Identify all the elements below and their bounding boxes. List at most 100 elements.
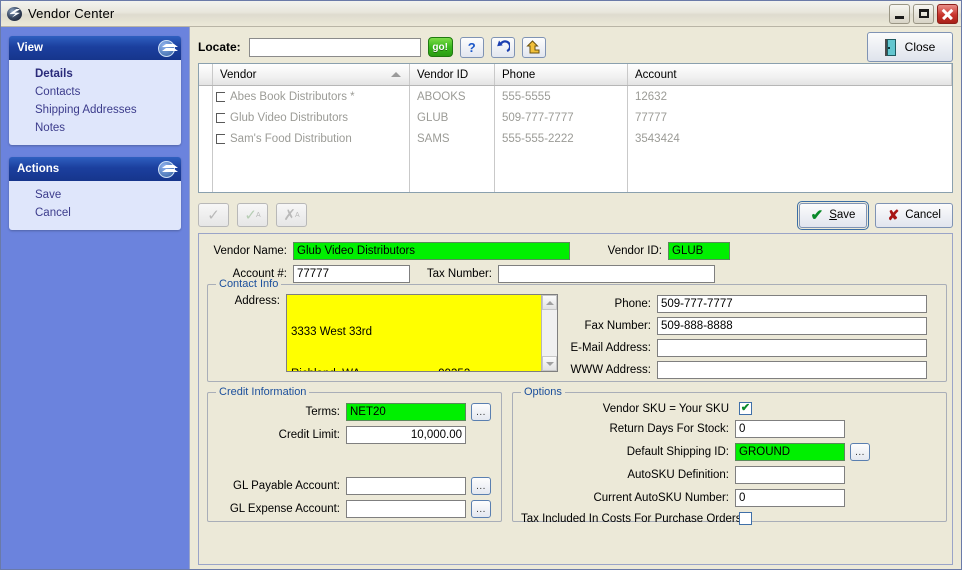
row-checkbox[interactable]	[216, 133, 225, 144]
sidebar-panel-view-header[interactable]: View	[9, 36, 181, 60]
select-all-column-header[interactable]	[199, 64, 213, 85]
red-x-icon: ✘	[887, 207, 900, 223]
window-controls	[889, 3, 958, 24]
vendor-id-input[interactable]	[668, 242, 730, 260]
autosku-number-input[interactable]	[735, 489, 845, 507]
gl-payable-input[interactable]	[346, 477, 466, 495]
cell-phone: 509-777-7777	[502, 111, 574, 124]
autosku-number-row: Current AutoSKU Number:	[521, 489, 870, 507]
terms-browse-button[interactable]: ...	[471, 403, 491, 421]
check-all-button[interactable]: ✓ A	[237, 203, 268, 227]
uncheck-all-button[interactable]: ✗ A	[276, 203, 307, 227]
vendor-name-input[interactable]	[293, 242, 570, 260]
sidebar-item-save[interactable]: Save	[9, 186, 181, 204]
tax-included-checkbox[interactable]	[739, 512, 752, 525]
email-input[interactable]	[657, 339, 927, 357]
vendor-center-window: Vendor Center View Details Contacts Ship…	[0, 0, 962, 570]
sidebar-item-contacts[interactable]: Contacts	[9, 83, 181, 101]
green-check-icon: ✔	[810, 206, 824, 224]
terms-input[interactable]	[346, 403, 466, 421]
autosku-definition-input[interactable]	[735, 466, 845, 484]
address-textarea[interactable]: 3333 West 33rd Richland, WA 99352	[286, 294, 558, 372]
sidebar-item-cancel[interactable]: Cancel	[9, 204, 181, 222]
help-button[interactable]: ?	[459, 36, 484, 58]
door-exit-icon	[884, 38, 898, 56]
return-days-input[interactable]	[735, 420, 845, 438]
maximize-icon	[919, 8, 929, 18]
title-bar: Vendor Center	[1, 1, 961, 27]
credit-information-legend: Credit Information	[216, 386, 310, 398]
autosku-number-label: Current AutoSKU Number:	[593, 492, 729, 504]
column-header-vendor-id[interactable]: Vendor ID	[410, 64, 495, 85]
vendor-name-label: Vendor Name:	[213, 245, 287, 257]
phone-row: Phone:	[553, 295, 927, 313]
account-input[interactable]	[293, 265, 410, 283]
sidebar-item-details[interactable]: Details	[9, 65, 181, 83]
locate-bar: Locate: go! ? Close	[198, 32, 953, 62]
row-checkbox[interactable]	[216, 91, 225, 102]
cell-vendor-id: ABOOKS	[417, 90, 466, 103]
table-row[interactable]: Sam's Food Distribution SAMS 555-555-222…	[199, 128, 952, 149]
check-one-button[interactable]: ✓	[198, 203, 229, 227]
table-row[interactable]: Glub Video Distributors GLUB 509-777-777…	[199, 107, 952, 128]
close-window-button[interactable]	[937, 3, 958, 24]
sidebar-panel-view-title: View	[17, 42, 43, 54]
column-header-phone[interactable]: Phone	[495, 64, 628, 85]
sidebar-item-notes[interactable]: Notes	[9, 119, 181, 137]
email-label: E-Mail Address:	[570, 342, 651, 354]
credit-limit-row: Credit Limit:	[214, 426, 491, 444]
sidebar-panel-actions-title: Actions	[17, 163, 60, 175]
refresh-button[interactable]	[490, 36, 515, 58]
column-header-vendor[interactable]: Vendor	[213, 64, 410, 85]
locate-label: Locate:	[198, 40, 241, 54]
email-row: E-Mail Address:	[553, 339, 927, 357]
credit-information-fieldset: Credit Information Terms: ... Credit Lim…	[207, 386, 502, 522]
gl-payable-browse-button[interactable]: ...	[471, 477, 491, 495]
locate-input[interactable]	[248, 37, 421, 57]
gl-payable-label: GL Payable Account:	[233, 480, 340, 492]
sidebar-item-shipping-addresses[interactable]: Shipping Addresses	[9, 101, 181, 119]
credit-limit-input[interactable]	[346, 426, 466, 444]
fax-input[interactable]	[657, 317, 927, 335]
address-line1: 3333 West 33rd	[291, 326, 372, 338]
column-header-account[interactable]: Account	[628, 64, 952, 85]
jump-button[interactable]	[521, 36, 546, 58]
fax-label: Fax Number:	[584, 320, 651, 332]
autosku-definition-label: AutoSKU Definition:	[627, 469, 729, 481]
tax-number-input[interactable]	[498, 265, 715, 283]
save-button[interactable]: ✔ Save	[796, 200, 870, 230]
address-line2: Richland, WA	[291, 367, 360, 371]
chevron-up-icon[interactable]	[158, 160, 178, 178]
window-body: View Details Contacts Shipping Addresses…	[1, 27, 961, 569]
close-button-label: Close	[904, 40, 936, 54]
sidebar-panel-actions-header[interactable]: Actions	[9, 157, 181, 181]
close-button[interactable]: Close	[867, 32, 953, 62]
cell-account: 3543424	[635, 132, 680, 145]
table-row[interactable]: Abes Book Distributors * ABOOKS 555-5555…	[199, 86, 952, 107]
www-input[interactable]	[657, 361, 927, 379]
minimize-button[interactable]	[889, 3, 910, 24]
shipping-id-browse-button[interactable]: ...	[850, 443, 870, 461]
vendor-sku-row: Vendor SKU = Your SKU ✔	[521, 402, 870, 415]
gl-expense-browse-button[interactable]: ...	[471, 500, 491, 518]
sidebar-panel-view: View Details Contacts Shipping Addresses…	[9, 36, 181, 145]
sidebar: View Details Contacts Shipping Addresses…	[1, 27, 189, 569]
row-checkbox[interactable]	[216, 112, 225, 123]
vendor-sku-checkbox[interactable]: ✔	[739, 402, 752, 415]
terms-row: Terms: ...	[214, 403, 491, 421]
phone-input[interactable]	[657, 295, 927, 313]
go-button[interactable]: go!	[427, 37, 453, 57]
shipping-id-input[interactable]	[735, 443, 845, 461]
cancel-button[interactable]: ✘ Cancel	[875, 202, 953, 228]
contact-info-fieldset: Contact Info Address: 3333 West 33rd Ric…	[207, 278, 947, 382]
vendor-sku-label: Vendor SKU = Your SKU	[602, 402, 729, 415]
gl-expense-input[interactable]	[346, 500, 466, 518]
record-action-bar: ✓ ✓ A ✗ A ✔ Save ✘ Cancel	[198, 193, 953, 231]
tax-included-row: Tax Included In Costs For Purchase Order…	[521, 512, 870, 525]
cell-phone: 555-5555	[502, 90, 551, 103]
maximize-button[interactable]	[913, 3, 934, 24]
cell-vendor: Sam's Food Distribution	[213, 133, 410, 145]
chevron-up-icon[interactable]	[158, 39, 178, 57]
vendor-name-row: Vendor Name: Vendor ID:	[209, 242, 942, 260]
curved-back-arrow-icon	[497, 39, 511, 52]
